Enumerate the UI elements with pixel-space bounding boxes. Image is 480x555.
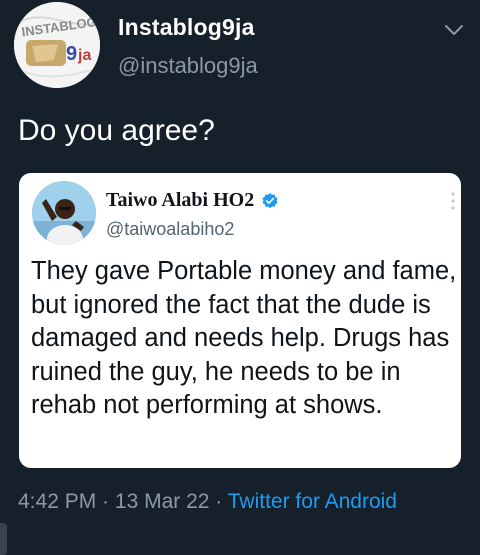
- tweet-source-link[interactable]: Twitter for Android: [228, 490, 397, 513]
- tweet-detail-view: INSTABLOG 9 ja Instablog9ja @instablog9j…: [0, 0, 480, 555]
- svg-text:ja: ja: [77, 47, 91, 64]
- vertical-dots-icon[interactable]: [450, 191, 456, 211]
- tweet-time[interactable]: 4:42 PM: [18, 490, 96, 513]
- author-avatar[interactable]: INSTABLOG 9 ja: [14, 2, 100, 88]
- tweet-meta: 4:42 PM · 13 Mar 22 · Twitter for Androi…: [18, 490, 397, 514]
- meta-separator: ·: [96, 490, 115, 513]
- meta-separator: ·: [209, 490, 228, 513]
- quoted-author-handle[interactable]: @taiwoalabiho2: [106, 219, 234, 240]
- tweet-text: Do you agree?: [18, 114, 215, 147]
- edge-handle: [0, 523, 7, 555]
- verified-badge-icon: [262, 193, 278, 209]
- quoted-tweet-card[interactable]: Taiwo Alabi HO2 @taiwoalabiho2 They gave…: [19, 173, 461, 468]
- quoted-author-avatar[interactable]: [32, 181, 96, 245]
- quoted-author-name[interactable]: Taiwo Alabi HO2: [106, 189, 254, 212]
- chevron-down-icon[interactable]: [443, 22, 465, 38]
- quoted-tweet-text: They gave Portable money and fame, but i…: [31, 257, 457, 419]
- author-handle[interactable]: @instablog9ja: [118, 53, 258, 79]
- instablog9ja-logo: INSTABLOG 9 ja: [14, 2, 100, 88]
- person-photo: [32, 181, 96, 245]
- tweet-date[interactable]: 13 Mar 22: [115, 490, 210, 513]
- svg-text:9: 9: [66, 43, 77, 65]
- author-display-name[interactable]: Instablog9ja: [118, 14, 255, 41]
